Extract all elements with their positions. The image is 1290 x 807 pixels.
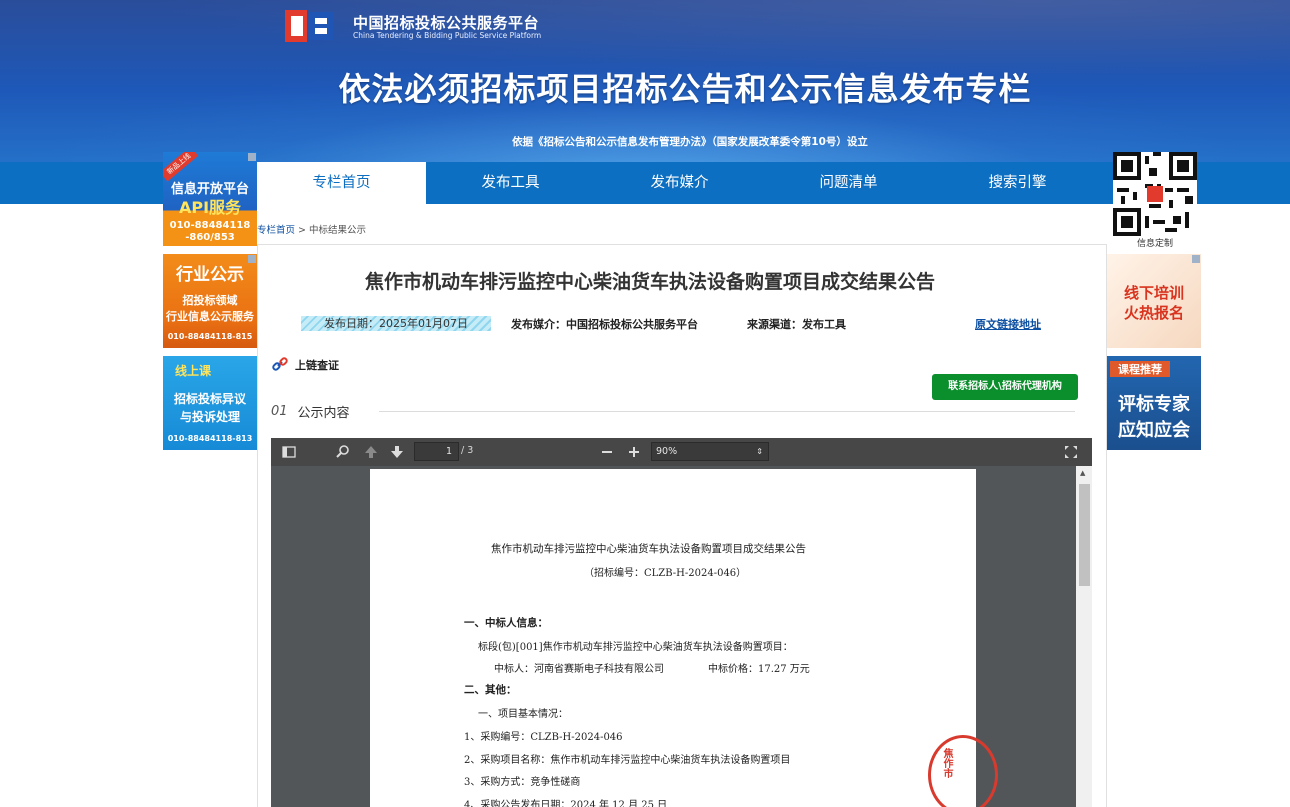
ad-line: 评标专家 (1118, 394, 1190, 415)
header-banner: 中国招标投标公共服务平台 China Tendering & Bidding P… (0, 0, 1290, 162)
breadcrumb-separator: > (298, 225, 307, 236)
ad-phone: 010-88484118-815 (167, 332, 253, 341)
qr-code-label: 信息定制 (1136, 239, 1173, 249)
banner-title: 依法必须招标项目招标公告和公示信息发布专栏 (338, 70, 1032, 108)
nav-item-publish-media[interactable]: 发布媒介 (595, 162, 764, 204)
doc-line: 一、项目基本情况： (478, 709, 568, 720)
ad-online-course[interactable]: 线上课 招标投标异议 与投诉处理 010-88484118-813 (163, 356, 257, 450)
zoom-in-icon[interactable] (626, 444, 642, 460)
article-title: 焦作市机动车排污监控中心柴油货车执法设备购置项目成交结果公告 (364, 271, 935, 293)
qr-code-icon[interactable] (1113, 152, 1197, 236)
doc-line: 标段(包)[001]焦作市机动车排污监控中心柴油货车执法设备购置项目： (478, 642, 793, 653)
doc-title: 焦作市机动车排污监控中心柴油货车执法设备购置项目成交结果公告 (491, 543, 806, 555)
pdf-toolbar: 1 / 3 90% ⇕ (271, 438, 1092, 466)
section-divider (379, 411, 1075, 412)
doc-line: 1、采购编号：CLZB-H-2024-046 (464, 732, 623, 743)
doc-code: （招标编号：CLZB-H-2024-046） (584, 568, 747, 579)
previous-page-icon[interactable] (363, 444, 379, 460)
nav-item-publish-tools[interactable]: 发布工具 (426, 162, 595, 204)
publish-media: 发布媒介：中国招标投标公共服务平台 (511, 318, 698, 331)
nav-items: 专栏首页 发布工具 发布媒介 问题清单 搜索引擎 (257, 162, 1102, 204)
ad-line: 应知应会 (1118, 420, 1190, 441)
ad-line: 行业信息公示服务 (166, 310, 254, 323)
original-link[interactable]: 原文链接地址 (975, 316, 1041, 332)
source-channel: 来源渠道：发布工具 (747, 318, 846, 331)
zoom-select[interactable]: 90% ⇕ (651, 442, 769, 461)
page-number-input[interactable]: 1 (414, 442, 459, 461)
ad-line: 火热报名 (1123, 304, 1184, 322)
ad-line: 与投诉处理 (179, 410, 240, 424)
platform-logo-icon (285, 10, 333, 42)
logo-english-name: China Tendering & Bidding Public Service… (353, 31, 542, 40)
chain-verify-label: 上链查证 (295, 359, 339, 372)
doc-line: 3、采购方式：竞争性磋商 (464, 777, 581, 788)
section-header: 01 公示内容 (271, 402, 350, 421)
ad-line: 招标投标异议 (173, 392, 246, 406)
banner-subtitle: 依据《招标公告和公示信息发布管理办法》（国家发展改革委令第10号）设立 (512, 136, 868, 148)
select-caret-icon: ⇕ (756, 447, 763, 456)
page: 中国招标投标公共服务平台 China Tendering & Bidding P… (0, 0, 1290, 807)
doc-line: 中标人：河南省赛斯电子科技有限公司 (494, 664, 664, 675)
ad-line: 招投标领域 (182, 294, 238, 307)
fullscreen-icon[interactable] (1063, 444, 1079, 460)
ad-phone: 010-88484118 -860/853 (169, 220, 251, 243)
ad-tag: 课程推荐 (1110, 361, 1170, 377)
nav-item-home[interactable]: 专栏首页 (257, 162, 426, 204)
pdf-page: 焦作市机动车排污监控中心柴油货车执法设备购置项目成交结果公告 （招标编号：CLZ… (370, 469, 998, 807)
ad-close-icon[interactable] (248, 153, 256, 161)
ad-line: API服务 (178, 198, 242, 217)
doc-line: 4、采购公告发布日期：2024 年 12 月 25 日 (464, 800, 668, 807)
sidebar-toggle-icon[interactable] (281, 444, 297, 460)
chain-link-icon (272, 357, 288, 371)
breadcrumb: 专栏首页 > 中标结果公示 (257, 222, 366, 236)
ad-course-recommend[interactable]: 课程推荐 评标专家 应知应会 (1107, 356, 1201, 450)
doc-line: 2、采购项目名称：焦作市机动车排污监控中心柴油货车执法设备购置项目 (464, 755, 791, 766)
pdf-viewer: 1 / 3 90% ⇕ 焦作市机动车排污监控中心柴油货车执法设备购置项目成交结果… (271, 438, 1092, 807)
nav-item-search-engine[interactable]: 搜索引擎 (933, 162, 1102, 204)
scroll-thumb[interactable] (1079, 484, 1090, 586)
scroll-up-icon[interactable]: ▲ (1080, 469, 1085, 477)
search-icon[interactable] (335, 444, 351, 460)
breadcrumb-current: 中标结果公示 (309, 225, 367, 236)
seal-text: 焦作市 (941, 748, 952, 778)
contact-tenderer-button[interactable]: 联系招标人\招标代理机构 (932, 374, 1078, 400)
chain-verify[interactable]: 上链查证 (271, 357, 339, 373)
zoom-value: 90% (656, 446, 678, 457)
next-page-icon[interactable] (389, 444, 405, 460)
breadcrumb-home-link[interactable]: 专栏首页 (257, 225, 295, 236)
ad-api-service[interactable]: 新品上线 信息开放平台 API服务 010-88484118 -860/853 (163, 152, 257, 246)
section-title: 公示内容 (297, 406, 350, 421)
ad-close-icon[interactable] (1192, 255, 1200, 263)
nav-item-faq[interactable]: 问题清单 (764, 162, 933, 204)
zoom-out-icon[interactable] (599, 444, 615, 460)
doc-heading: 一、中标人信息： (464, 617, 548, 629)
doc-heading: 二、其他： (464, 684, 517, 696)
ad-line: 线上课 (175, 364, 212, 378)
publish-date: 发布日期：2025年01月07日 (301, 316, 491, 331)
official-seal: 焦作市 (928, 735, 998, 807)
pdf-scrollbar[interactable]: ▲ (1076, 466, 1092, 807)
ad-phone: 010-88484118-813 (167, 434, 253, 443)
logo-chinese-name: 中国招标投标公共服务平台 (353, 14, 540, 32)
section-number: 01 (271, 404, 288, 419)
page-total: / 3 (461, 445, 474, 456)
doc-line: 中标价格：17.27 万元 (708, 664, 810, 675)
